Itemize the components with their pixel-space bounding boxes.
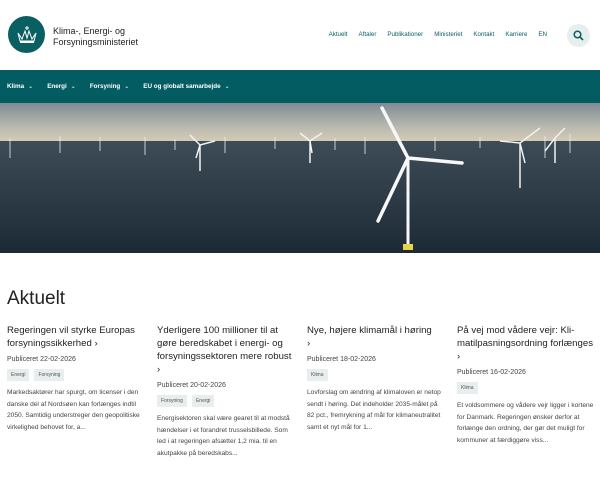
- chevron-right-icon: ›: [157, 364, 161, 375]
- news-card: Yderligere 100 millioner til at gøre ber…: [157, 324, 295, 459]
- main-navigation: Klima ⌄ Energi ⌄ Forsyning ⌄ EU og globalt …: [0, 70, 600, 103]
- tag[interactable]: Energi: [7, 369, 30, 381]
- topnav-publikationer[interactable]: Publikationer: [387, 31, 423, 38]
- nav-label: Klima: [7, 83, 25, 90]
- nav-label: Forsyning: [89, 83, 121, 90]
- news-card: Nye, højere klimamål i høring › Publicere…: [307, 324, 445, 433]
- news-date: Publiceret 20-02-2026: [157, 382, 226, 389]
- topnav-ministeriet[interactable]: Ministeriet: [434, 31, 462, 38]
- news-card-title-link[interactable]: På vej mod vådere vejr: Kli­matilpasning…: [457, 324, 595, 363]
- news-date: Publiceret 16-02-2026: [457, 369, 526, 376]
- site-header: Klima-, Energi- og Forsyningsministeriet…: [0, 0, 600, 70]
- chevron-right-icon: ›: [457, 351, 461, 362]
- section-title-aktuelt: Aktuelt: [7, 288, 66, 309]
- news-card-title-link[interactable]: Yderligere 100 millioner til at gøre ber…: [157, 324, 295, 376]
- news-excerpt: Markedsaktører har spurgt, om licenser i…: [7, 389, 140, 431]
- tag[interactable]: Forsyning: [157, 395, 187, 407]
- news-date: Publiceret 22-02-2026: [7, 356, 76, 363]
- topnav-language-en[interactable]: EN: [538, 31, 547, 38]
- news-card: Regeringen vil styrke Europas forsynings…: [7, 324, 145, 433]
- crown-logo-icon[interactable]: [8, 16, 45, 53]
- brand-line-1: Klima-, Energi- og: [53, 26, 126, 36]
- topnav-kontakt[interactable]: Kontakt: [473, 31, 494, 38]
- nav-eu-globalt[interactable]: EU og globalt samarbejde ⌄: [143, 83, 229, 90]
- nav-forsyning[interactable]: Forsyning ⌄: [90, 83, 129, 90]
- tag[interactable]: Klima: [457, 382, 478, 394]
- tag[interactable]: Energi: [191, 395, 215, 407]
- nav-energi[interactable]: Energi ⌄: [47, 83, 76, 90]
- news-date: Publiceret 18-02-2026: [307, 356, 376, 363]
- topnav-aktuelt[interactable]: Aktuelt: [329, 31, 348, 38]
- hero-wind-turbines-image: [0, 103, 600, 253]
- search-button[interactable]: [567, 24, 590, 47]
- news-card: På vej mod vådere vejr: Kli­matilpasning…: [457, 324, 595, 446]
- search-icon: [573, 30, 584, 41]
- nav-label: EU og globalt samarbejde: [143, 83, 221, 90]
- topnav-aftaler[interactable]: Aftaler: [359, 31, 377, 38]
- tag[interactable]: Klima: [307, 369, 328, 381]
- news-excerpt: Et voldsommere og vådere vejr ligger i k…: [457, 402, 594, 444]
- chevron-down-icon: ⌄: [70, 84, 76, 90]
- news-card-title-link[interactable]: Regeringen vil styrke Europas forsynings…: [7, 324, 145, 350]
- news-title: Yderligere 100 millioner til at gøre ber…: [157, 325, 292, 362]
- news-excerpt: Lovforslag om ændring af klimaloven er n…: [307, 389, 441, 431]
- tag[interactable]: Forsyning: [34, 369, 65, 381]
- chevron-down-icon: ⌄: [224, 84, 230, 90]
- nav-label: Energi: [47, 83, 67, 90]
- news-card-title-link[interactable]: Nye, højere klimamål i høring ›: [307, 324, 445, 350]
- news-title: Regeringen vil styrke Europas forsynings…: [7, 325, 135, 349]
- chevron-right-icon: ›: [307, 338, 311, 349]
- top-navigation: Aktuelt Aftaler Publikationer Ministerie…: [329, 31, 547, 38]
- news-title: Nye, højere klimamål i høring: [307, 325, 432, 336]
- site-brand[interactable]: Klima-, Energi- og Forsyningsministeriet: [53, 26, 138, 47]
- news-excerpt: Energisektoren skal være gearet til at m…: [157, 415, 290, 457]
- chevron-down-icon: ⌄: [28, 84, 34, 90]
- topnav-karriere[interactable]: Karriere: [505, 31, 527, 38]
- news-title: På vej mod vådere vejr: Kli­matilpasning…: [457, 325, 593, 349]
- chevron-down-icon: ⌄: [124, 84, 130, 90]
- nav-klima[interactable]: Klima ⌄: [7, 83, 33, 90]
- chevron-right-icon: ›: [94, 338, 98, 349]
- brand-line-2: Forsyningsministeriet: [53, 36, 139, 47]
